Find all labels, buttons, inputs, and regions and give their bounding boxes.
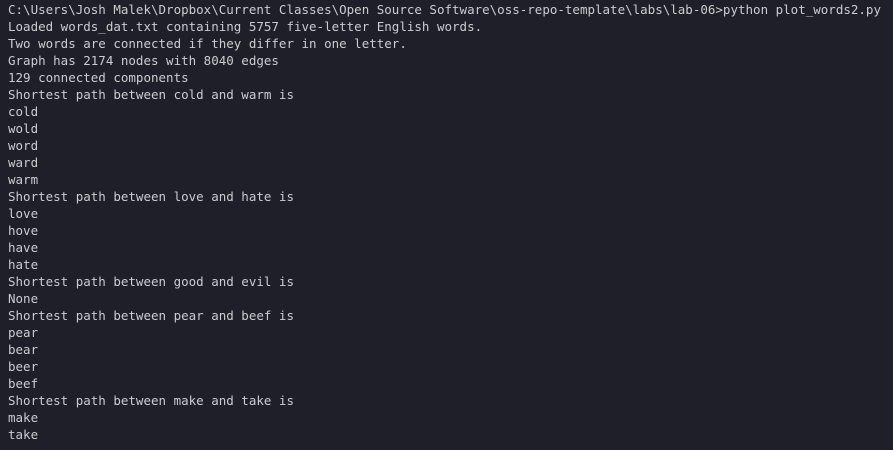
output-line: Shortest path between pear and beef is (8, 308, 294, 323)
terminal-output[interactable]: C:\Users\Josh Malek\Dropbox\Current Clas… (0, 0, 893, 450)
output-line: pear (8, 325, 39, 340)
output-line: beer (8, 359, 39, 374)
output-line: cold (8, 104, 39, 119)
output-line: warm (8, 172, 39, 187)
output-line: have (8, 240, 39, 255)
output-line: take (8, 427, 39, 442)
output-line: beef (8, 376, 39, 391)
output-line: Shortest path between good and evil is (8, 274, 294, 289)
output-line: love (8, 206, 39, 221)
output-line: hate (8, 257, 39, 272)
output-line: make (8, 410, 39, 425)
output-line: Two words are connected if they differ i… (8, 36, 407, 51)
output-line: Shortest path between love and hate is (8, 189, 294, 204)
output-line: Shortest path between make and take is (8, 393, 294, 408)
command-prompt-line: C:\Users\Josh Malek\Dropbox\Current Clas… (8, 2, 881, 17)
output-line: hove (8, 223, 39, 238)
output-line: 129 connected components (8, 70, 189, 85)
output-line: None (8, 291, 39, 306)
output-line: Loaded words_dat.txt containing 5757 fiv… (8, 19, 483, 34)
output-line: word (8, 138, 39, 153)
output-line: bear (8, 342, 39, 357)
output-line: wold (8, 121, 39, 136)
output-line: Shortest path between cold and warm is (8, 87, 294, 102)
output-line: Graph has 2174 nodes with 8040 edges (8, 53, 279, 68)
output-line: ward (8, 155, 39, 170)
